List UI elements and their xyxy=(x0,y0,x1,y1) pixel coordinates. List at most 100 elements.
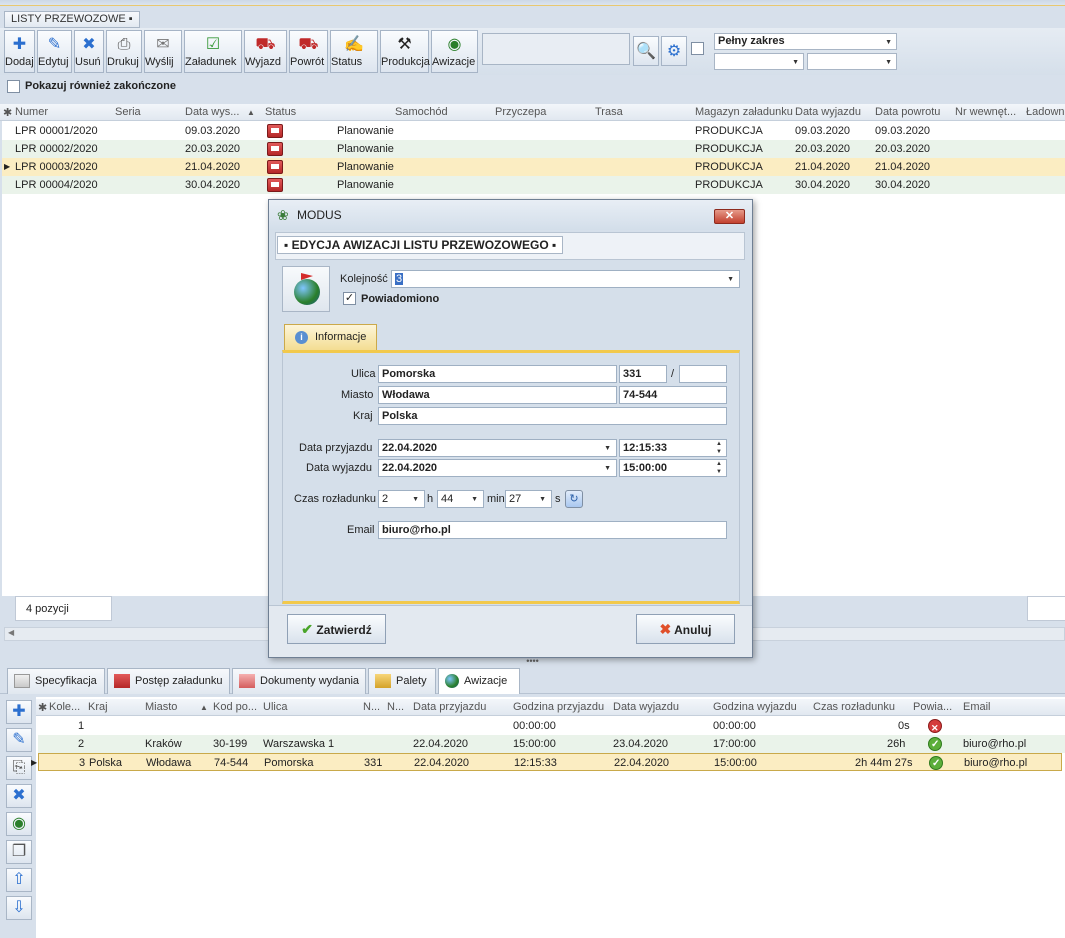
refresh-button[interactable]: ↻ xyxy=(565,490,583,508)
tab-dokumenty-wydania[interactable]: Dokumenty wydania xyxy=(232,668,366,694)
col-ladownosc[interactable]: Ładowność xyxy=(1026,106,1065,118)
tab-informacje[interactable]: i Informacje xyxy=(284,324,377,350)
col-samochod[interactable]: Samochód xyxy=(395,106,448,118)
notices-button[interactable]: ◉ Awizacje xyxy=(431,30,478,73)
notified-checkbox[interactable]: ✓ xyxy=(343,292,356,305)
cancel-button[interactable]: ✖ Anuluj xyxy=(636,614,735,644)
col-nr-wewn[interactable]: Nr wewnęt... xyxy=(955,106,1016,118)
add-button[interactable]: ✚ Dodaj xyxy=(4,30,35,73)
cancel-icon: ✖ xyxy=(659,621,672,637)
table-row-selected[interactable]: ▶ LPR 00003/2020 21.04.2020 Planowanie P… xyxy=(2,158,1065,176)
loading-button[interactable]: ☑ Załadunek xyxy=(184,30,242,73)
filter-checkbox[interactable] xyxy=(691,42,704,55)
col-numer[interactable]: Numer xyxy=(15,106,48,118)
edit-notice-button[interactable]: ✎ xyxy=(6,728,32,752)
status-button[interactable]: ✍ Status xyxy=(330,30,378,73)
close-icon: ✕ xyxy=(724,210,735,222)
notice-edit-dialog: ❀ MODUS ✕ ▪ EDYCJA AWIZACJI LISTU PRZEWO… xyxy=(268,199,753,658)
filter-select-1[interactable] xyxy=(714,53,804,70)
duplicate-icon: ❐ xyxy=(11,843,27,860)
move-down-button[interactable]: ⇩ xyxy=(6,896,32,920)
tab-palety[interactable]: Palety xyxy=(368,668,436,694)
production-button[interactable]: ⚒ Produkcja xyxy=(380,30,430,73)
house-number-field[interactable]: 331 xyxy=(619,365,667,383)
print-button[interactable]: ⎙ Drukuj xyxy=(106,30,142,73)
globe-icon xyxy=(445,674,459,689)
tab-awizacje[interactable]: Awizacje xyxy=(438,668,520,694)
header-settings-icon[interactable]: ✱ xyxy=(3,106,12,119)
show-finished-label: Pokazuj również zakończone xyxy=(25,80,176,92)
departure-button[interactable]: ⛟ Wyjazd xyxy=(244,30,287,73)
postal-code-field[interactable]: 74-544 xyxy=(619,386,727,404)
splitter[interactable]: •••• xyxy=(0,657,1065,666)
departure-time-field[interactable]: 15:00:00 xyxy=(619,459,727,477)
col-przyczepa[interactable]: Przyczepa xyxy=(495,106,546,118)
col-magazyn[interactable]: Magazyn załadunku xyxy=(695,106,793,118)
row-count: 4 pozycji xyxy=(15,596,112,621)
unload-minutes-select[interactable]: 44 xyxy=(437,490,484,508)
dialog-titlebar[interactable]: ❀ MODUS ✕ xyxy=(269,200,752,230)
confirm-button[interactable]: ✔ Zatwierdź xyxy=(287,614,386,644)
copy-icon: ⎘ xyxy=(12,759,26,776)
table-row[interactable]: LPR 00001/2020 09.03.2020 Planowanie PRO… xyxy=(2,122,1065,140)
production-icon: ⚒ xyxy=(397,36,412,53)
send-button[interactable]: ✉ Wyślij xyxy=(144,30,182,73)
notice-row-selected[interactable]: ▶ 3 Polska Włodawa 74-544 Pomorska 331 2… xyxy=(31,753,1062,773)
col-status[interactable]: Status xyxy=(265,106,296,118)
col-data[interactable]: Data wys... xyxy=(185,106,239,118)
city-field[interactable]: Włodawa xyxy=(378,386,617,404)
unload-seconds-select[interactable]: 27 xyxy=(505,490,552,508)
col-seria[interactable]: Seria xyxy=(115,106,141,118)
edit-button[interactable]: ✎ Edytuj xyxy=(37,30,72,73)
return-button[interactable]: ⛟ Powrót xyxy=(289,30,328,73)
col-data-wyjazdu[interactable]: Data wyjazdu xyxy=(795,106,861,118)
settings-button[interactable]: ⚙ xyxy=(661,36,687,66)
pencil-icon: ✎ xyxy=(12,731,26,748)
filter-select-2[interactable] xyxy=(807,53,897,70)
arrival-date-field[interactable]: 22.04.2020 xyxy=(378,439,617,457)
add-notice-button[interactable]: ✚ xyxy=(6,700,32,724)
table-row[interactable]: LPR 00004/2020 30.04.2020 Planowanie PRO… xyxy=(2,176,1065,194)
delete-icon: ✖ xyxy=(12,787,26,804)
top-strip xyxy=(0,0,1065,6)
move-up-button[interactable]: ⇧ xyxy=(6,868,32,892)
notice-row[interactable]: 2 Kraków 30-199 Warszawska 1 22.04.2020 … xyxy=(38,735,1065,754)
email-field[interactable]: biuro@rho.pl xyxy=(378,521,727,539)
street-field[interactable]: Pomorska xyxy=(378,365,617,383)
country-field[interactable]: Polska xyxy=(378,407,727,425)
tab-postep-zaladunku[interactable]: Postęp załadunku xyxy=(107,668,230,694)
row-pointer-icon: ▶ xyxy=(31,758,38,767)
not-notified-icon xyxy=(928,719,942,737)
globe-notice-button[interactable]: ◉ xyxy=(6,812,32,836)
refresh-icon: ↻ xyxy=(569,493,579,505)
show-finished-checkbox[interactable] xyxy=(7,80,20,93)
truck-icon xyxy=(114,674,130,689)
delete-notice-button[interactable]: ✖ xyxy=(6,784,32,808)
delete-button[interactable]: ✖ Usuń xyxy=(74,30,104,73)
col-data-powrotu[interactable]: Data powrotu xyxy=(875,106,940,118)
notified-icon xyxy=(928,736,942,754)
tab-specyfikacja[interactable]: Specyfikacja xyxy=(7,668,105,694)
departure-date-field[interactable]: 22.04.2020 xyxy=(378,459,617,477)
scroll-left-icon[interactable]: ◀ xyxy=(8,628,14,637)
status-icon xyxy=(267,142,283,156)
search-input[interactable] xyxy=(482,33,630,65)
col-trasa[interactable]: Trasa xyxy=(595,106,623,118)
range-select[interactable]: Pełny zakres xyxy=(714,33,897,50)
search-button[interactable]: 🔍 xyxy=(633,36,659,66)
header-settings-icon[interactable]: ✱ xyxy=(38,701,47,714)
row-pointer-icon: ▶ xyxy=(4,162,11,171)
table-row[interactable]: LPR 00002/2020 20.03.2020 Planowanie PRO… xyxy=(2,140,1065,158)
arrival-time-field[interactable]: 12:15:33 xyxy=(619,439,727,457)
apartment-number-field[interactable] xyxy=(679,365,727,383)
duplicate-notice-button[interactable]: ❐ xyxy=(6,840,32,864)
truck-return-icon: ⛟ xyxy=(298,36,319,53)
status-icon xyxy=(267,160,283,174)
unload-hours-select[interactable]: 2 xyxy=(378,490,425,508)
order-select[interactable]: 3 xyxy=(391,270,740,288)
copy-notice-button[interactable]: ⎘ xyxy=(6,756,32,780)
close-button[interactable]: ✕ xyxy=(714,209,745,224)
globe-icon xyxy=(282,266,330,312)
notice-row[interactable]: 1 00:00:00 00:00:00 0s xyxy=(38,717,1065,737)
printer-icon: ⎙ xyxy=(117,36,131,53)
